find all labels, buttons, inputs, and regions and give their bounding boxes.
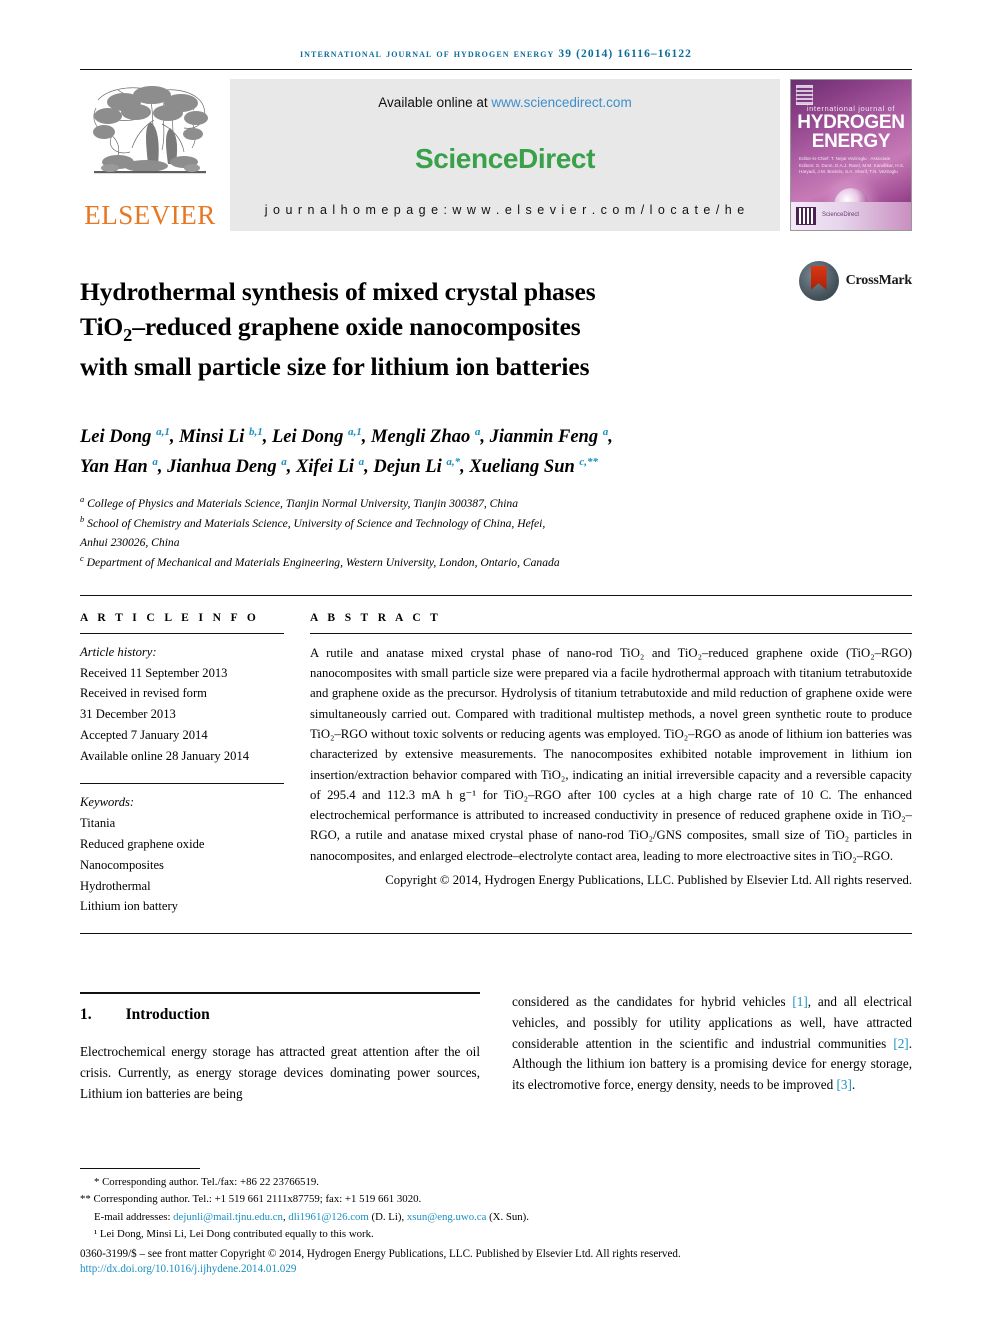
footnote-region: * Corresponding author. Tel./fax: +86 22… [80, 1167, 912, 1275]
cover-society-icon [796, 207, 816, 225]
intro-part-6: . [851, 1076, 856, 1092]
abstract-rule [310, 632, 912, 634]
divider-above-abstract [80, 594, 912, 596]
citation-ref-3[interactable]: [3] [836, 1077, 851, 1092]
article-history-block: Article history: Received 11 September 2… [80, 642, 284, 767]
cover-editors-text: Editor-in-Chief: T. Nejat Veziroglu · As… [799, 156, 905, 175]
history-item-3: Accepted 7 January 2014 [80, 728, 208, 743]
intro-paragraph-right: considered as the candidates for hybrid … [512, 992, 912, 1095]
email-link-3[interactable]: xsun@eng.uwo.ca [407, 1211, 487, 1223]
affiliation-b: b School of Chemistry and Materials Scie… [80, 514, 546, 531]
cover-sciencedirect-mark: ScienceDirect [822, 212, 860, 219]
footnote-corresponding-2: ** Corresponding author. Tel.: +1 519 66… [80, 1193, 422, 1206]
abstract-text: A rutile and anatase mixed crystal phase… [310, 645, 912, 863]
citation-ref-1[interactable]: [1] [792, 994, 807, 1009]
email-label: E-mail addresses: [94, 1210, 174, 1223]
article-history-label: Article history: [80, 644, 157, 659]
footnote-corresponding-1: * Corresponding author. Tel./fax: +86 22… [94, 1175, 319, 1188]
footnote-rule [80, 1167, 200, 1169]
section-number: 1. [80, 1006, 92, 1024]
keyword-2: Nanocomposites [80, 857, 164, 872]
info-abstract-region: A R T I C L E I N F O Article history: R… [80, 612, 912, 918]
cover-title-line1: HYDROGEN [797, 112, 905, 133]
body-column-left: 1. Introduction Electrochemical energy s… [80, 992, 480, 1104]
keywords-label: Keywords: [80, 795, 135, 809]
masthead: ELSEVIER Available online at www.science… [80, 79, 912, 231]
intro-part-0: considered as the candidates for hybrid … [512, 994, 793, 1010]
abstract-copyright: Copyright © 2014, Hydrogen Energy Public… [385, 873, 912, 888]
running-head: international journal of hydrogen energy… [299, 48, 693, 60]
email-link-2[interactable]: dli1961@126.com [288, 1211, 368, 1223]
running-head-rule [80, 69, 912, 70]
article-body: 1. Introduction Electrochemical energy s… [80, 992, 912, 1104]
email-link-1[interactable]: dejunli@mail.tjnu.edu.cn [173, 1211, 283, 1223]
sciencedirect-wordmark: ScienceDirect [414, 142, 595, 174]
journal-cover-thumbnail: international journal of HYDROGEN ENERGY… [790, 79, 912, 231]
history-item-2: 31 December 2013 [80, 707, 176, 722]
crossmark-badge[interactable]: CrossMark [798, 257, 913, 301]
journal-homepage-text: j o u r n a l h o m e p a g e : w w w . … [264, 203, 746, 217]
abstract-column: A B S T R A C T A rutile and anatase mix… [310, 612, 912, 918]
title-line-1: Hydrothermal synthesis of mixed crystal … [80, 277, 596, 307]
email-owner-2: (X. Sun). [486, 1210, 529, 1223]
cover-title-line2: ENERGY [811, 131, 891, 152]
keyword-0: Titania [80, 815, 116, 830]
crossmark-icon [798, 261, 839, 301]
affiliation-b-cont: Anhui 230026, China [80, 535, 180, 549]
doi-link[interactable]: http://dx.doi.org/10.1016/j.ijhydene.201… [80, 1263, 912, 1275]
title-line-3: with small particle size for lithium ion… [80, 351, 590, 381]
footnote-equal-contribution: ¹ Lei Dong, Minsi Li, Lei Dong contribut… [94, 1228, 374, 1241]
elsevier-logo: ELSEVIER [80, 79, 220, 231]
email-owner-1: (D. Li), [368, 1210, 407, 1223]
affiliation-a: a College of Physics and Materials Scien… [80, 493, 519, 510]
abstract-body: A rutile and anatase mixed crystal phase… [310, 643, 912, 891]
sciencedirect-band: Available online at www.sciencedirect.co… [230, 79, 780, 231]
body-column-right: considered as the candidates for hybrid … [512, 992, 912, 1104]
elsevier-wordmark: ELSEVIER [84, 200, 216, 230]
section-title: Introduction [125, 1006, 210, 1024]
elsevier-tree-icon [88, 82, 212, 200]
affiliation-list: a College of Physics and Materials Scien… [80, 493, 912, 573]
article-info-rule [80, 632, 284, 634]
crossmark-label: CrossMark [845, 273, 913, 288]
journal-article-page: international journal of hydrogen energy… [0, 0, 992, 1323]
issn-copyright-line: 0360-3199/$ – see front matter Copyright… [80, 1247, 681, 1260]
sciencedirect-logo[interactable]: ScienceDirect [415, 143, 595, 175]
author-list: Lei Dong a,1, Minsi Li b,1, Lei Dong a,1… [80, 423, 912, 483]
keywords-block: Keywords: Titania Reduced graphene oxide… [80, 792, 284, 917]
section-top-rule [80, 992, 480, 995]
author-line-1: Lei Dong a,1, Minsi Li b,1, Lei Dong a,1… [80, 425, 613, 447]
history-item-4: Available online 28 January 2014 [80, 749, 250, 764]
available-online-prefix: Available online at [378, 95, 492, 110]
history-item-1: Received in revised form [80, 686, 207, 701]
article-info-heading: A R T I C L E I N F O [80, 611, 260, 624]
cover-footer-band: ScienceDirect [791, 202, 911, 230]
keyword-4: Lithium ion battery [80, 899, 178, 914]
keyword-3: Hydrothermal [80, 878, 151, 893]
footnote-emails: E-mail addresses: dejunli@mail.tjnu.edu.… [94, 1210, 529, 1223]
sciencedirect-url-link[interactable]: www.sciencedirect.com [491, 95, 631, 110]
citation-ref-2[interactable]: [2] [893, 1036, 908, 1051]
title-row: Hydrothermal synthesis of mixed crystal … [80, 257, 912, 401]
intro-paragraph-left: Electrochemical energy storage has attra… [80, 1044, 480, 1101]
abstract-heading: A B S T R A C T [310, 611, 442, 624]
history-item-0: Received 11 September 2013 [80, 665, 228, 680]
article-info-column: A R T I C L E I N F O Article history: R… [80, 612, 310, 918]
keyword-1: Reduced graphene oxide [80, 836, 205, 851]
section-heading: 1. Introduction [80, 1006, 480, 1024]
affiliation-c: c Department of Mechanical and Materials… [80, 553, 560, 570]
available-online-text: Available online at www.sciencedirect.co… [378, 95, 631, 110]
divider-below-abstract [80, 933, 912, 935]
cover-publisher-icon [796, 85, 813, 105]
keywords-rule [80, 783, 284, 784]
author-line-2: Yan Han a, Jianhua Deng a, Xifei Li a, D… [80, 455, 599, 477]
page-title: Hydrothermal synthesis of mixed crystal … [80, 274, 799, 384]
title-line-2: TiO2–reduced graphene oxide nanocomposit… [80, 312, 581, 346]
